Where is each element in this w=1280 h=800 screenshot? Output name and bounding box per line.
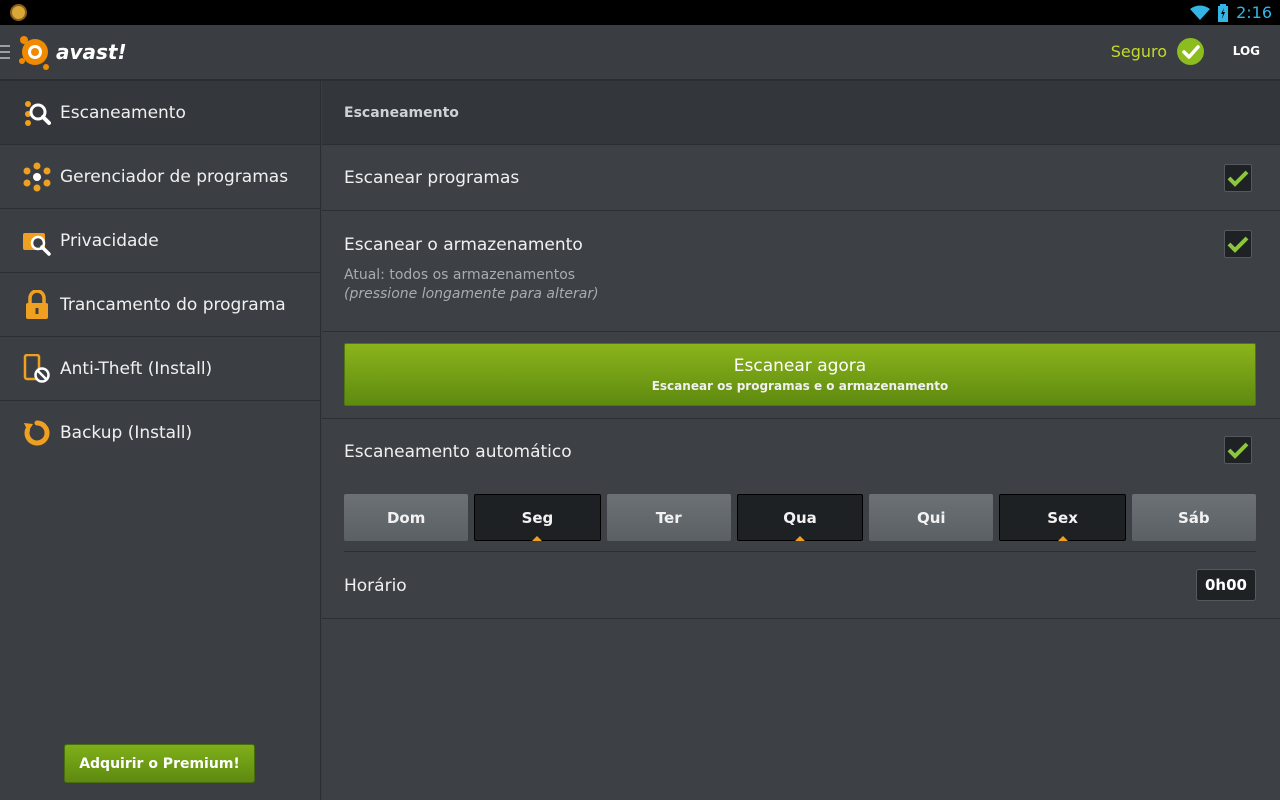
sidebar-item-escaneamento[interactable]: Escaneamento	[0, 81, 320, 145]
scan-storage-row[interactable]: Escanear o armazenamento Atual: todos os…	[322, 211, 1280, 332]
sidebar-item-label: Escaneamento	[60, 102, 186, 123]
scan-now-title: Escanear agora	[733, 356, 867, 376]
day-sab[interactable]: Sáb	[1131, 494, 1256, 541]
sidebar-item-trancamento[interactable]: Trancamento do programa	[0, 273, 320, 337]
sidebar-item-backup[interactable]: Backup (Install)	[0, 401, 320, 465]
sidebar-item-privacidade[interactable]: Privacidade	[0, 209, 320, 273]
action-bar: avast! Seguro LOG	[0, 25, 1280, 81]
status-bar-right: 2:16	[1190, 0, 1272, 25]
sidebar-item-label: Privacidade	[60, 230, 159, 251]
sidebar: Escaneamento Gerenciador de programas Pr…	[0, 81, 321, 800]
backup-icon	[22, 418, 52, 448]
scan-apps-row[interactable]: Escanear programas	[322, 145, 1280, 211]
scan-apps-label: Escanear programas	[344, 168, 520, 188]
clock: 2:16	[1236, 3, 1272, 22]
privacy-icon	[22, 226, 52, 256]
drawer-menu-icon[interactable]	[0, 45, 10, 59]
main-content: Escaneamento Escanear programas Escanear…	[322, 81, 1280, 800]
checkmark-icon	[1227, 170, 1249, 187]
day-ter[interactable]: Ter	[606, 494, 731, 541]
lock-icon	[22, 289, 52, 320]
divider	[322, 418, 1280, 419]
anti-theft-icon	[22, 353, 52, 384]
notification-app-icon	[10, 4, 27, 21]
sidebar-item-label: Trancamento do programa	[60, 294, 286, 315]
divider	[344, 551, 1256, 552]
schedule-label: Horário	[344, 576, 407, 596]
selected-marker	[532, 536, 543, 541]
scan-icon	[22, 98, 52, 128]
scan-apps-checkbox[interactable]	[1224, 164, 1252, 192]
system-status-bar: 2:16	[0, 0, 1280, 25]
avast-logo-icon	[19, 36, 49, 70]
scan-now-subtitle: Escanear os programas e o armazenamento	[651, 379, 949, 393]
selected-marker	[1057, 536, 1068, 541]
scan-storage-checkbox[interactable]	[1224, 230, 1252, 258]
sidebar-item-anti-theft[interactable]: Anti-Theft (Install)	[0, 337, 320, 401]
sidebar-item-label: Gerenciador de programas	[60, 166, 289, 187]
selected-marker	[794, 536, 805, 541]
wifi-icon	[1190, 5, 1211, 20]
schedule-time-button[interactable]: 0h00	[1196, 569, 1256, 601]
day-dom[interactable]: Dom	[344, 494, 469, 541]
auto-scan-label: Escaneamento automático	[344, 442, 572, 462]
status-text: Seguro	[1110, 42, 1167, 61]
logo-text: avast!	[56, 40, 127, 64]
scan-storage-label: Escanear o armazenamento	[344, 235, 583, 255]
weekday-selector: Dom Seg Ter Qua Qui Sex Sáb	[344, 494, 1256, 541]
section-title: Escaneamento	[322, 81, 1280, 145]
battery-icon	[1218, 3, 1229, 22]
day-sex[interactable]: Sex	[999, 494, 1126, 541]
protection-status[interactable]: Seguro	[1111, 38, 1204, 65]
auto-scan-checkbox[interactable]	[1224, 436, 1252, 464]
day-qua[interactable]: Qua	[736, 494, 864, 541]
avast-logo[interactable]: avast!	[16, 33, 127, 71]
storage-hint-text: (pressione longamente para alterar)	[344, 286, 599, 302]
sidebar-item-gerenciador[interactable]: Gerenciador de programas	[0, 145, 320, 209]
get-premium-button[interactable]: Adquirir o Premium!	[64, 744, 255, 783]
checkmark-icon	[1227, 442, 1249, 459]
scan-now-button[interactable]: Escanear agora Escanear os programas e o…	[344, 343, 1256, 406]
storage-current-text: Atual: todos os armazenamentos	[344, 267, 576, 283]
checkmark-icon	[1227, 236, 1249, 253]
app-manager-icon	[22, 162, 52, 192]
day-qui[interactable]: Qui	[869, 494, 994, 541]
sidebar-item-label: Anti-Theft (Install)	[60, 358, 213, 379]
day-seg[interactable]: Seg	[474, 494, 601, 541]
status-check-icon	[1177, 38, 1204, 65]
log-button[interactable]: LOG	[1233, 44, 1260, 58]
divider	[322, 618, 1280, 619]
sidebar-item-label: Backup (Install)	[60, 423, 193, 443]
